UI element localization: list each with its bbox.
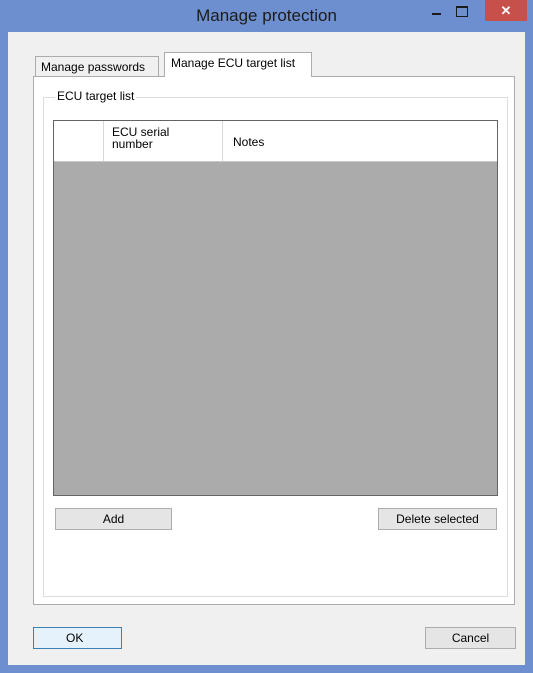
column-header-label: Notes: [233, 135, 265, 149]
title-bar[interactable]: Manage protection ✕: [0, 0, 533, 34]
column-header-ecu-serial-number[interactable]: ECU serial number: [104, 121, 223, 161]
grid-header: ECU serial number Notes: [54, 121, 497, 162]
row-header-column[interactable]: [54, 121, 104, 161]
tab-manage-passwords[interactable]: Manage passwords: [35, 56, 159, 77]
close-button[interactable]: ✕: [485, 0, 527, 21]
maximize-button[interactable]: [451, 0, 473, 22]
delete-selected-button[interactable]: Delete selected: [378, 508, 497, 530]
tab-label: Manage ECU target list: [171, 56, 296, 70]
close-icon: ✕: [500, 2, 512, 18]
ecu-target-grid[interactable]: ECU serial number Notes: [53, 120, 498, 496]
add-button[interactable]: Add: [55, 508, 172, 530]
ok-button[interactable]: OK: [33, 627, 122, 649]
cancel-button[interactable]: Cancel: [425, 627, 516, 649]
groupbox-label: ECU target list: [55, 89, 137, 103]
minimize-icon: [431, 13, 441, 15]
maximize-icon: [456, 5, 468, 17]
column-header-notes[interactable]: Notes: [223, 121, 497, 161]
minimize-button[interactable]: [424, 0, 448, 22]
tab-label: Manage passwords: [41, 60, 146, 74]
column-header-label: ECU serial number: [112, 125, 170, 151]
tab-manage-ecu-target-list[interactable]: Manage ECU target list: [164, 52, 312, 77]
